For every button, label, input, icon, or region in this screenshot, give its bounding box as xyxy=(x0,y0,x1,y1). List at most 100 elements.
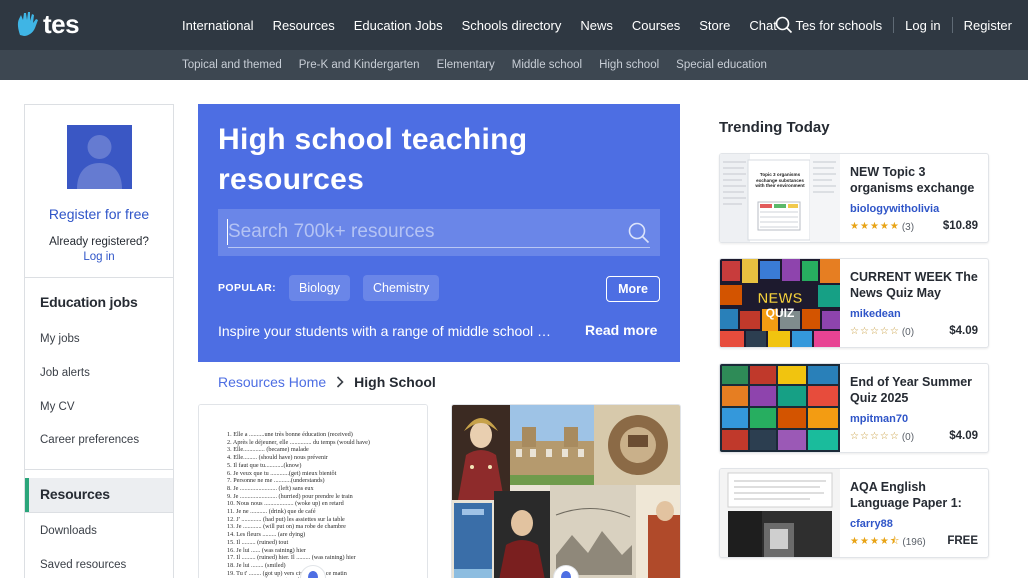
worksheet-line: 1. Elle a ..........une très bonne éduca… xyxy=(227,431,353,438)
trending-title[interactable]: NEW Topic 3 organisms exchange xyxy=(850,164,982,196)
resource-card[interactable]: 1. Elle a ..........une très bonne éduca… xyxy=(198,404,428,578)
rating-count: (196) xyxy=(902,536,926,548)
trending-thumbnail: NEWS QUIZ xyxy=(720,259,840,347)
nav-chat[interactable]: Chat xyxy=(749,18,776,33)
trending-author[interactable]: mikedean xyxy=(850,308,901,320)
already-registered-text: Already registered? xyxy=(49,236,149,248)
popular-chip-chemistry[interactable]: Chemistry xyxy=(363,275,440,301)
worksheet-line: 7. Personne ne me ...........(understand… xyxy=(227,477,325,485)
trending-thumbnail xyxy=(720,364,840,452)
popular-label: POPULAR: xyxy=(218,282,277,294)
nav-divider xyxy=(951,17,953,33)
sidebar-item-job-alerts[interactable]: Job alerts xyxy=(40,367,90,379)
trending-author[interactable]: cfarry88 xyxy=(850,518,893,530)
trending-card[interactable]: NEWS QUIZ CURRENT WEEK The News Quiz May… xyxy=(719,258,989,348)
popular-chip-biology[interactable]: Biology xyxy=(289,275,350,301)
resources-heading[interactable]: Resources xyxy=(40,486,110,502)
trending-card[interactable]: End of Year Summer Quiz 2025 mpitman70 ☆… xyxy=(719,363,989,453)
search-icon[interactable] xyxy=(775,16,793,34)
subnav-high-school[interactable]: High school xyxy=(599,59,659,71)
trending-thumbnail: Topic 3 organisms exchange substances wi… xyxy=(720,154,840,242)
trending-card[interactable]: Topic 3 organisms exchange substances wi… xyxy=(719,153,989,243)
trending-title[interactable]: CURRENT WEEK The News Quiz May xyxy=(850,269,982,301)
nav-resources[interactable]: Resources xyxy=(273,18,335,33)
subnav-prek[interactable]: Pre-K and Kindergarten xyxy=(299,59,420,71)
search-icon[interactable] xyxy=(628,222,650,249)
trending-author[interactable]: biologywitholivia xyxy=(850,203,939,215)
divider xyxy=(25,277,173,278)
nav-schools-directory[interactable]: Schools directory xyxy=(462,18,562,33)
nav-store[interactable]: Store xyxy=(699,18,730,33)
sidebar-item-my-cv[interactable]: My CV xyxy=(40,401,75,413)
trending-price: $4.09 xyxy=(949,430,978,442)
sub-navigation: Topical and themed Pre-K and Kindergarte… xyxy=(0,50,1028,80)
trending-price: $4.09 xyxy=(949,325,978,337)
subnav-topical[interactable]: Topical and themed xyxy=(182,59,282,71)
subnav-elementary[interactable]: Elementary xyxy=(437,59,495,71)
primary-nav: International Resources Education Jobs S… xyxy=(182,0,796,50)
education-jobs-heading: Education jobs xyxy=(40,294,138,310)
read-more-link[interactable]: Read more xyxy=(585,322,657,338)
worksheet-thumbnail: 1. Elle a ..........une très bonne éduca… xyxy=(199,405,427,578)
register-free-link[interactable]: Register for free xyxy=(25,206,173,222)
search-box[interactable] xyxy=(218,209,660,256)
tes-logo[interactable]: tes xyxy=(16,10,80,38)
sidebar-item-my-jobs[interactable]: My jobs xyxy=(40,333,80,345)
nav-courses[interactable]: Courses xyxy=(632,18,680,33)
register-link[interactable]: Register xyxy=(964,18,1012,33)
star-icon: ☆ xyxy=(889,326,899,337)
worksheet-line: 2. Après le déjeuner, elle .............… xyxy=(227,438,370,446)
worksheet-line: 11. Je ne ........... (drink) que de caf… xyxy=(227,508,316,515)
trending-title[interactable]: AQA English Language Paper 1: xyxy=(850,479,982,511)
sidebar-item-saved-resources[interactable]: Saved resources xyxy=(40,559,126,571)
star-icon: ☆ xyxy=(889,431,899,442)
subnav-special-education[interactable]: Special education xyxy=(676,59,767,71)
breadcrumb-current: High School xyxy=(354,374,436,390)
sidebar-login-link[interactable]: Log in xyxy=(25,251,173,263)
star-icon: ★ xyxy=(859,221,869,232)
nav-right: Tes for schools Log in Register xyxy=(775,0,1012,50)
login-link[interactable]: Log in xyxy=(905,18,940,33)
search-input[interactable] xyxy=(228,217,618,247)
trending-card[interactable]: AQA English Language Paper 1: cfarry88 ★… xyxy=(719,468,989,558)
breadcrumb-home-link[interactable]: Resources Home xyxy=(218,374,326,390)
tes-for-schools-link[interactable]: Tes for schools xyxy=(795,18,882,33)
worksheet-line: 3. Elle.............. (became) malade xyxy=(227,446,309,454)
breadcrumb: Resources Home High School xyxy=(218,372,436,392)
hero-description: Inspire your students with a range of mi… xyxy=(218,323,552,339)
star-rating: ☆ ☆ ☆ ☆ ☆ (0) xyxy=(850,431,914,443)
nav-news[interactable]: News xyxy=(580,18,613,33)
star-icon: ☆ xyxy=(879,326,889,337)
nav-international[interactable]: International xyxy=(182,18,254,33)
star-rating: ★ ★ ★ ★ ★ (3) xyxy=(850,221,914,233)
thumbnail-caption: Topic 3 organisms exchange substances wi… xyxy=(755,172,805,189)
svg-text:QUIZ: QUIZ xyxy=(766,306,795,320)
star-icon: ★ xyxy=(850,536,859,547)
divider xyxy=(25,512,173,513)
rating-count: (0) xyxy=(901,326,915,338)
svg-text:NEWS: NEWS xyxy=(758,290,803,307)
tudor-collage-thumbnail xyxy=(452,405,680,578)
trending-heading: Trending Today xyxy=(719,119,830,136)
star-icon: ★ xyxy=(869,221,879,232)
sidebar-item-downloads[interactable]: Downloads xyxy=(40,525,97,537)
worksheet-line: 4. Elle......... (should have) nous prév… xyxy=(227,454,328,462)
resource-card[interactable] xyxy=(451,404,681,578)
nav-divider xyxy=(893,17,895,33)
tes-hand-icon xyxy=(17,12,38,36)
worksheet-line: 10. Nous nous ................... (woke … xyxy=(227,500,344,508)
nav-education-jobs[interactable]: Education Jobs xyxy=(354,18,443,33)
worksheet-line: 14. Les fleurs ......... (are dying) xyxy=(227,531,306,539)
star-rating: ★ ★ ★ ★ ⯪ (196) xyxy=(850,536,926,548)
chevron-right-icon xyxy=(336,376,344,388)
trending-title[interactable]: End of Year Summer Quiz 2025 xyxy=(850,374,982,406)
star-icon: ★ xyxy=(879,536,889,547)
trending-author[interactable]: mpitman70 xyxy=(850,413,908,425)
subnav-middle-school[interactable]: Middle school xyxy=(512,59,582,71)
trending-thumbnail xyxy=(720,469,840,557)
sidebar-item-career-preferences[interactable]: Career preferences xyxy=(40,434,139,446)
more-button[interactable]: More xyxy=(606,276,660,302)
text-caret xyxy=(227,219,228,245)
star-icon: ☆ xyxy=(850,431,859,442)
star-icon: ☆ xyxy=(879,431,889,442)
